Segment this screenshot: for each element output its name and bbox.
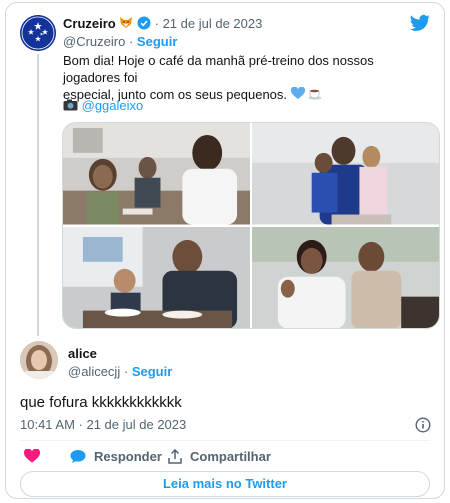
photo-grid [62, 122, 440, 329]
reply-follow-button[interactable]: Seguir [132, 364, 172, 379]
reply-handle-row: @alicecjj · Seguir [68, 364, 172, 379]
tweet-date[interactable]: 21 de jul de 2023 [163, 16, 263, 31]
handle-row: @Cruzeiro · Seguir [63, 33, 177, 50]
photo-2[interactable] [252, 123, 439, 225]
photo-3[interactable] [63, 226, 250, 328]
cruzeiro-logo-icon [20, 15, 56, 51]
like-button[interactable] [24, 446, 40, 466]
alice-avatar[interactable] [20, 341, 58, 379]
photo-4[interactable] [252, 226, 439, 328]
follow-button[interactable]: Seguir [137, 34, 177, 49]
share-label: Compartilhar [190, 448, 271, 464]
reply-separator: · [123, 364, 129, 379]
share-button[interactable]: Compartilhar [168, 446, 271, 466]
author-name[interactable]: Cruzeiro [63, 16, 116, 31]
header-separator: · [154, 16, 159, 31]
reply-handle[interactable]: @alicecjj [68, 364, 120, 379]
divider [20, 440, 430, 441]
handle-separator: · [128, 34, 134, 49]
camera-emoji-icon [63, 98, 78, 115]
photo-1[interactable] [63, 123, 250, 225]
fox-emoji-icon [119, 16, 133, 33]
reply-label: Responder [94, 448, 162, 464]
tweet-header: Cruzeiro · 21 de jul de 2023 [63, 15, 262, 34]
tweet-text-line1: Bom dia! Hoje o café da manhã pré-treino… [63, 53, 374, 85]
cruzeiro-avatar[interactable] [20, 15, 56, 51]
blue-heart-emoji-icon [290, 86, 305, 104]
tweet-card: Cruzeiro · 21 de jul de 2023 @Cruzeiro ·… [5, 2, 445, 499]
reply-button[interactable]: Responder [70, 446, 162, 466]
coffee-emoji-icon [308, 87, 322, 104]
photo-credit-link[interactable]: @ggaleixo [82, 98, 144, 113]
read-more-button[interactable]: Leia mais no Twitter [20, 471, 430, 497]
reply-author-name[interactable]: alice [68, 346, 97, 361]
thread-connector-line [37, 54, 39, 336]
twitter-bird-icon[interactable] [410, 14, 430, 32]
photo-credit: @ggaleixo [63, 97, 143, 115]
speech-bubble-icon [70, 449, 86, 463]
reply-timestamp[interactable]: 10:41 AM · 21 de jul de 2023 [20, 417, 186, 432]
verified-badge-icon [137, 16, 151, 34]
share-icon [168, 448, 182, 464]
author-handle[interactable]: @Cruzeiro [63, 34, 125, 49]
reply-text: que fofura kkkkkkkkkkkk [20, 394, 182, 411]
heart-icon [24, 449, 40, 463]
info-icon[interactable] [415, 417, 431, 433]
